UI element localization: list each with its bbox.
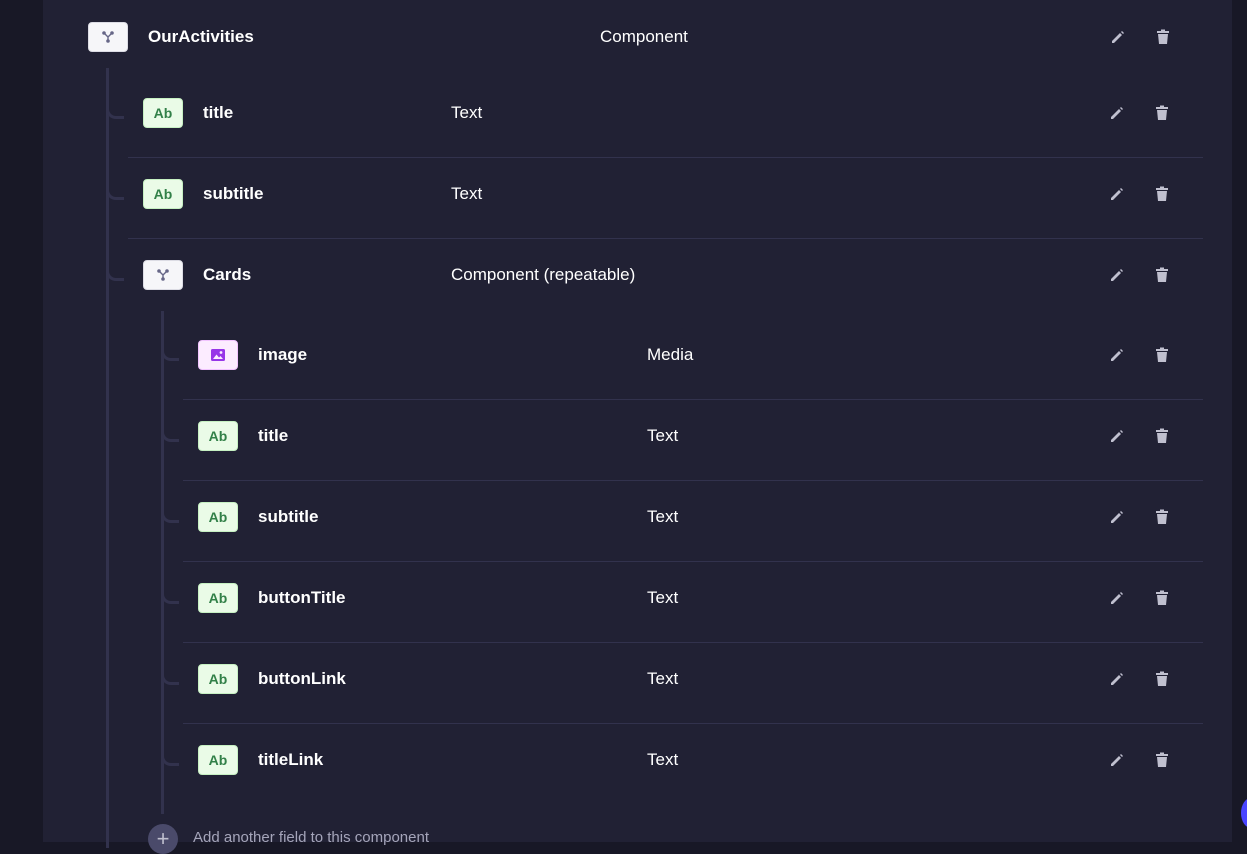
trash-icon[interactable] bbox=[1152, 103, 1172, 123]
text-field-icon: Ab bbox=[198, 583, 238, 613]
component-icon bbox=[143, 260, 183, 290]
field-name: title bbox=[258, 426, 289, 445]
edit-icon[interactable] bbox=[1107, 103, 1127, 123]
trash-icon[interactable] bbox=[1152, 265, 1172, 285]
tree-connector bbox=[161, 311, 164, 814]
field-type: Component (repeatable) bbox=[451, 265, 636, 284]
edit-icon[interactable] bbox=[1108, 27, 1128, 47]
field-type: Text bbox=[647, 669, 679, 688]
field-row-image: image Media bbox=[183, 319, 1203, 400]
field-type: Text bbox=[647, 426, 679, 445]
edit-icon[interactable] bbox=[1107, 588, 1127, 608]
text-field-icon: Ab bbox=[143, 179, 183, 209]
field-name: buttonTitle bbox=[258, 588, 346, 607]
edit-icon[interactable] bbox=[1107, 750, 1127, 770]
text-field-icon: Ab bbox=[198, 664, 238, 694]
text-field-icon: Ab bbox=[198, 502, 238, 532]
trash-icon[interactable] bbox=[1152, 184, 1172, 204]
help-button[interactable] bbox=[1241, 798, 1247, 828]
image-icon bbox=[198, 340, 238, 370]
plus-icon: + bbox=[156, 826, 170, 851]
field-name: Cards bbox=[203, 265, 252, 284]
tree-connector bbox=[106, 68, 109, 848]
text-field-icon: Ab bbox=[198, 421, 238, 451]
text-field-icon: Ab bbox=[143, 98, 183, 128]
trash-icon[interactable] bbox=[1152, 507, 1172, 527]
field-name: subtitle bbox=[258, 507, 319, 526]
trash-icon[interactable] bbox=[1152, 669, 1172, 689]
field-name: title bbox=[203, 103, 234, 122]
field-row-titlelink: Ab titleLink Text bbox=[183, 724, 1203, 796]
field-type: Text bbox=[647, 750, 679, 769]
trash-icon[interactable] bbox=[1152, 588, 1172, 608]
component-icon bbox=[88, 22, 128, 52]
field-name: OurActivities bbox=[148, 27, 254, 46]
edit-icon[interactable] bbox=[1107, 507, 1127, 527]
field-type: Component bbox=[600, 27, 688, 46]
edit-icon[interactable] bbox=[1107, 345, 1127, 365]
field-type: Text bbox=[451, 103, 483, 122]
edit-icon[interactable] bbox=[1107, 184, 1127, 204]
field-row-cards: Cards Component (repeatable) bbox=[128, 239, 1203, 311]
field-row-subtitle: Ab subtitle Text bbox=[128, 158, 1203, 239]
field-name: image bbox=[258, 345, 308, 364]
field-type: Text bbox=[451, 184, 483, 203]
edit-icon[interactable] bbox=[1107, 426, 1127, 446]
edit-icon[interactable] bbox=[1107, 669, 1127, 689]
field-row-title: Ab title Text bbox=[128, 77, 1203, 158]
field-type: Text bbox=[647, 588, 679, 607]
trash-icon[interactable] bbox=[1152, 426, 1172, 446]
trash-icon[interactable] bbox=[1153, 27, 1173, 47]
trash-icon[interactable] bbox=[1152, 345, 1172, 365]
edit-icon[interactable] bbox=[1107, 265, 1127, 285]
text-field-icon: Ab bbox=[198, 745, 238, 775]
field-row-title: Ab title Text bbox=[183, 400, 1203, 481]
field-name: subtitle bbox=[203, 184, 264, 203]
add-field-label[interactable]: Add another field to this component bbox=[193, 829, 429, 846]
field-type: Text bbox=[647, 507, 679, 526]
field-row-subtitle: Ab subtitle Text bbox=[183, 481, 1203, 562]
trash-icon[interactable] bbox=[1152, 750, 1172, 770]
field-row-buttontitle: Ab buttonTitle Text bbox=[183, 562, 1203, 643]
field-row-ouractivities: OurActivities Component bbox=[43, 1, 1232, 73]
field-name: titleLink bbox=[258, 750, 324, 769]
add-field-button[interactable]: + bbox=[148, 824, 178, 854]
field-type: Media bbox=[647, 345, 694, 364]
field-row-buttonlink: Ab buttonLink Text bbox=[183, 643, 1203, 724]
field-name: buttonLink bbox=[258, 669, 346, 688]
